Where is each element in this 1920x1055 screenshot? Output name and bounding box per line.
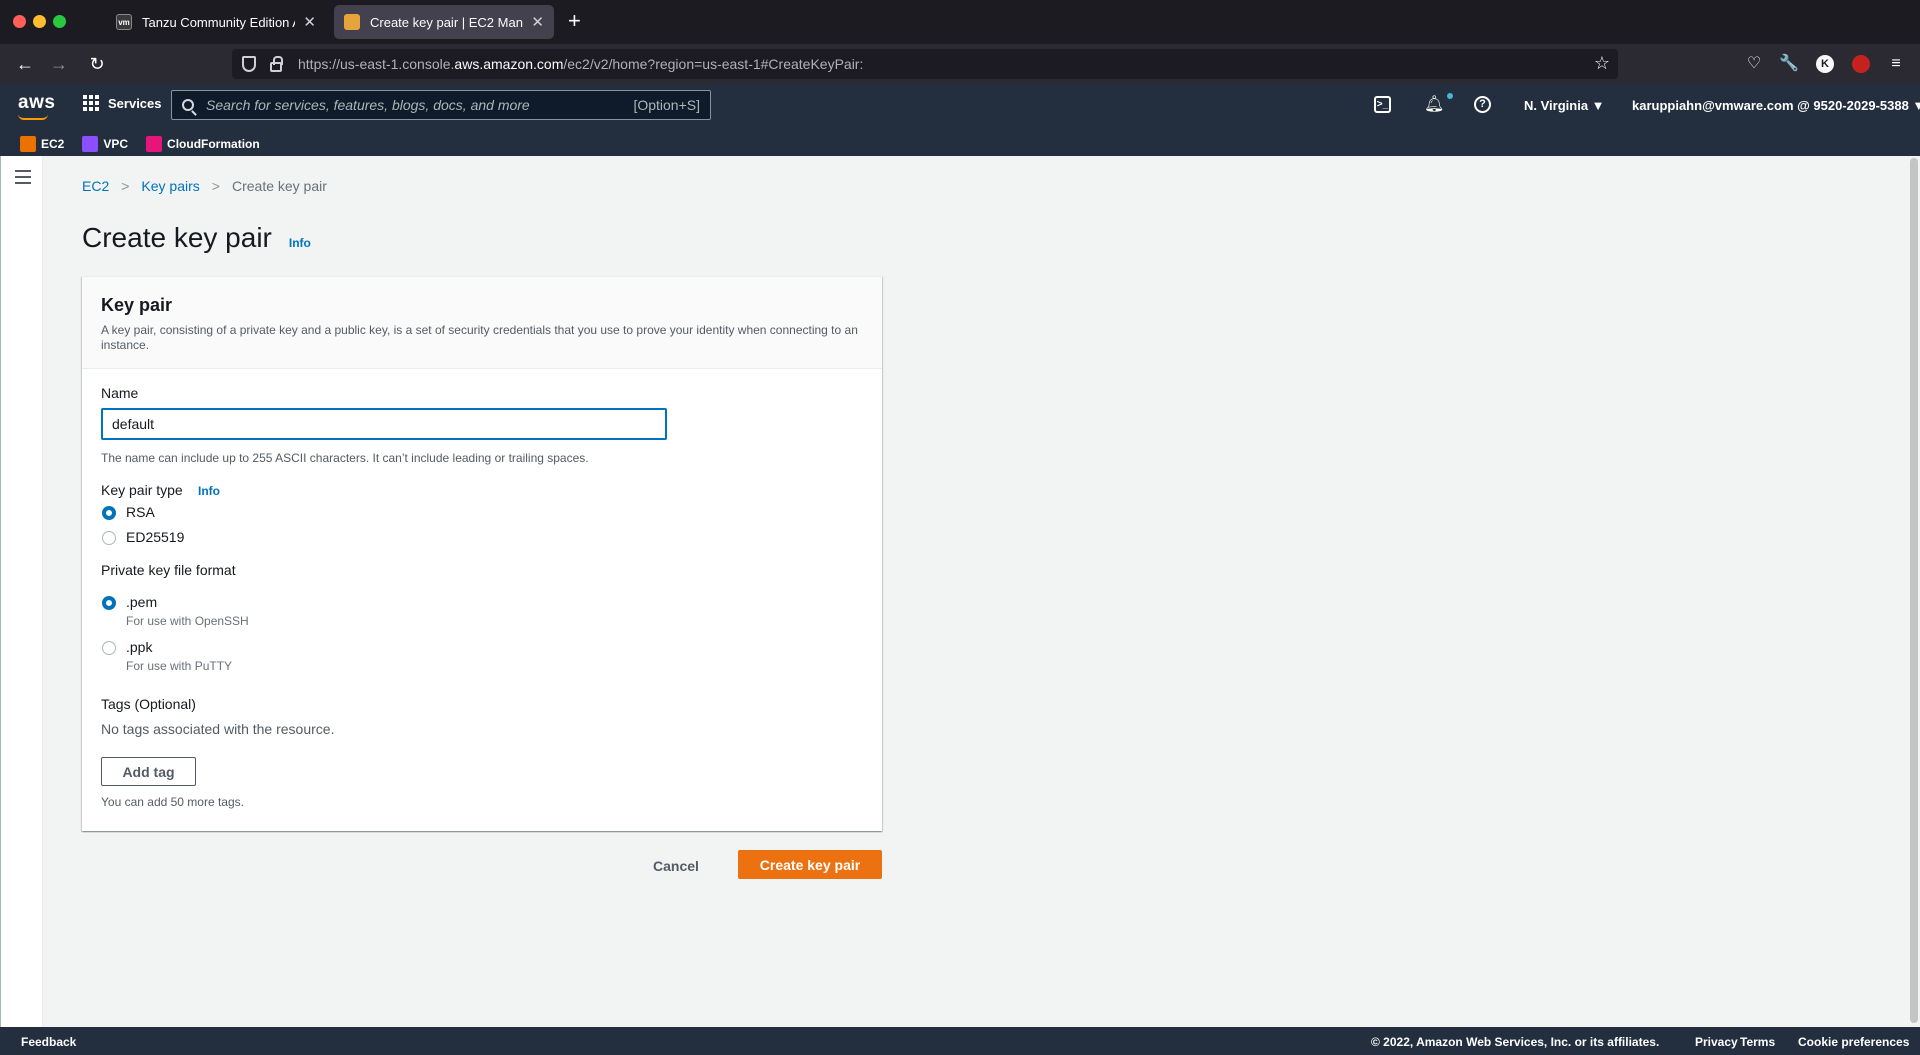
tags-hint: You can add 50 more tags. — [101, 795, 244, 809]
name-input[interactable] — [101, 408, 667, 440]
private-key-format-label: Private key file format — [101, 562, 236, 578]
aws-box-icon — [344, 14, 360, 30]
browser-tab-create-key-pair[interactable]: Create key pair | EC2 Management ✕ — [334, 5, 554, 39]
ppk-description: For use with PuTTY — [126, 659, 233, 673]
pem-radio[interactable] — [102, 596, 116, 610]
chevron-right-icon: > — [211, 178, 220, 194]
tab-title: Tanzu Community Edition AWS — [142, 14, 295, 30]
search-shortcut: [Option+S] — [633, 97, 700, 113]
pocket-icon[interactable]: ♡ — [1744, 54, 1764, 74]
account-menu[interactable]: karuppiahn@vmware.com @ 9520-2029-5388 ▼ — [1632, 98, 1920, 113]
cloudshell-icon[interactable]: >_ — [1374, 96, 1391, 113]
footer: Feedback © 2022, Amazon Web Services, In… — [0, 1027, 1920, 1055]
back-arrow-icon[interactable]: ← — [14, 53, 36, 75]
url-text[interactable]: https://us-east-1.console.aws.amazon.com… — [298, 56, 863, 72]
panel-header: Key pair A key pair, consisting of a pri… — [82, 277, 882, 369]
wrench-icon[interactable]: 🔧 — [1779, 54, 1799, 74]
rsa-label[interactable]: RSA — [126, 504, 155, 520]
help-icon[interactable]: ? — [1474, 96, 1491, 113]
browser-nav-bar: ← → ↻ https://us-east-1.console.aws.amaz… — [0, 44, 1920, 84]
side-navigation — [1, 156, 43, 1027]
panel-description: A key pair, consisting of a private key … — [101, 323, 858, 352]
terms-link[interactable]: Terms — [1740, 1035, 1775, 1049]
main-content: EC2 > Key pairs > Create key pair Create… — [0, 156, 1920, 1027]
breadcrumb-key-pairs[interactable]: Key pairs — [141, 178, 199, 194]
search-box[interactable]: [Option+S] — [171, 90, 711, 120]
copyright-text: © 2022, Amazon Web Services, Inc. or its… — [1371, 1035, 1660, 1049]
hamburger-menu-icon[interactable] — [15, 170, 31, 188]
favorite-vpc[interactable]: VPC — [82, 136, 128, 152]
tags-empty-text: No tags associated with the resource. — [101, 721, 335, 737]
name-hint: The name can include up to 255 ASCII cha… — [101, 451, 589, 465]
lock-icon[interactable] — [270, 55, 283, 72]
cancel-button[interactable]: Cancel — [653, 858, 699, 874]
panel-title: Key pair — [101, 295, 173, 315]
privacy-link[interactable]: Privacy — [1695, 1035, 1738, 1049]
cookie-preferences-link[interactable]: Cookie preferences — [1798, 1035, 1909, 1049]
url-bar[interactable]: https://us-east-1.console.aws.amazon.com… — [232, 49, 1618, 79]
create-key-pair-button[interactable]: Create key pair — [738, 850, 882, 879]
chevron-right-icon: > — [121, 178, 130, 194]
shield-icon[interactable] — [242, 56, 256, 72]
browser-tab-bar: vm Tanzu Community Edition AWS ✕ Create … — [0, 0, 1920, 44]
browser-tab-tanzu[interactable]: vm Tanzu Community Edition AWS ✕ — [106, 5, 326, 39]
reload-icon[interactable]: ↻ — [86, 53, 108, 75]
menu-icon[interactable]: ≡ — [1886, 54, 1906, 74]
grid-icon — [83, 95, 99, 111]
tab-title: Create key pair | EC2 Management — [370, 14, 523, 30]
ec2-icon — [20, 136, 36, 152]
page-title: Create key pair — [82, 222, 272, 253]
close-tab-icon[interactable]: ✕ — [303, 13, 316, 31]
ppk-radio[interactable] — [102, 641, 116, 655]
search-icon — [182, 99, 194, 111]
breadcrumb-ec2[interactable]: EC2 — [82, 178, 109, 194]
add-tag-button[interactable]: Add tag — [101, 757, 196, 786]
bell-icon[interactable]: 🔔︎ — [1424, 96, 1444, 114]
ppk-label[interactable]: .ppk — [126, 639, 152, 655]
ed25519-radio[interactable] — [102, 531, 116, 545]
close-window-button[interactable] — [13, 15, 26, 28]
key-pair-type-label: Key pair type — [101, 482, 183, 498]
minimize-window-button[interactable] — [33, 15, 46, 28]
cloudformation-icon — [146, 136, 163, 152]
region-selector[interactable]: N. Virginia ▼ — [1524, 98, 1605, 113]
name-label: Name — [101, 385, 139, 401]
vpc-icon — [82, 136, 99, 152]
profile-avatar[interactable]: K — [1816, 55, 1834, 73]
search-input[interactable] — [206, 97, 634, 113]
feedback-link[interactable]: Feedback — [21, 1035, 76, 1049]
pem-description: For use with OpenSSH — [126, 614, 249, 628]
breadcrumb-current: Create key pair — [231, 178, 327, 194]
breadcrumb: EC2 > Key pairs > Create key pair — [82, 178, 327, 194]
ed25519-label[interactable]: ED25519 — [126, 529, 184, 545]
maximize-window-button[interactable] — [53, 15, 66, 28]
rsa-radio[interactable] — [102, 506, 116, 520]
aws-logo[interactable]: aws — [18, 92, 55, 120]
close-tab-icon[interactable]: ✕ — [531, 13, 544, 31]
scrollbar[interactable] — [1910, 158, 1918, 1023]
services-menu-button[interactable]: Services — [83, 95, 162, 111]
new-tab-icon[interactable]: + — [568, 10, 581, 32]
key-pair-type-info-link[interactable]: Info — [198, 484, 220, 498]
favorite-ec2[interactable]: EC2 — [20, 136, 64, 152]
pem-label[interactable]: .pem — [126, 594, 157, 610]
vm-icon: vm — [116, 14, 132, 30]
tags-label: Tags (Optional) — [101, 696, 196, 712]
extension-icon[interactable] — [1852, 55, 1870, 73]
favorite-cloudformation[interactable]: CloudFormation — [146, 136, 260, 152]
forward-arrow-icon[interactable]: → — [48, 53, 70, 75]
notification-dot — [1447, 93, 1453, 99]
info-link[interactable]: Info — [289, 236, 311, 250]
key-pair-panel: Key pair A key pair, consisting of a pri… — [82, 276, 882, 831]
bookmark-star-icon[interactable]: ☆ — [1594, 53, 1610, 74]
